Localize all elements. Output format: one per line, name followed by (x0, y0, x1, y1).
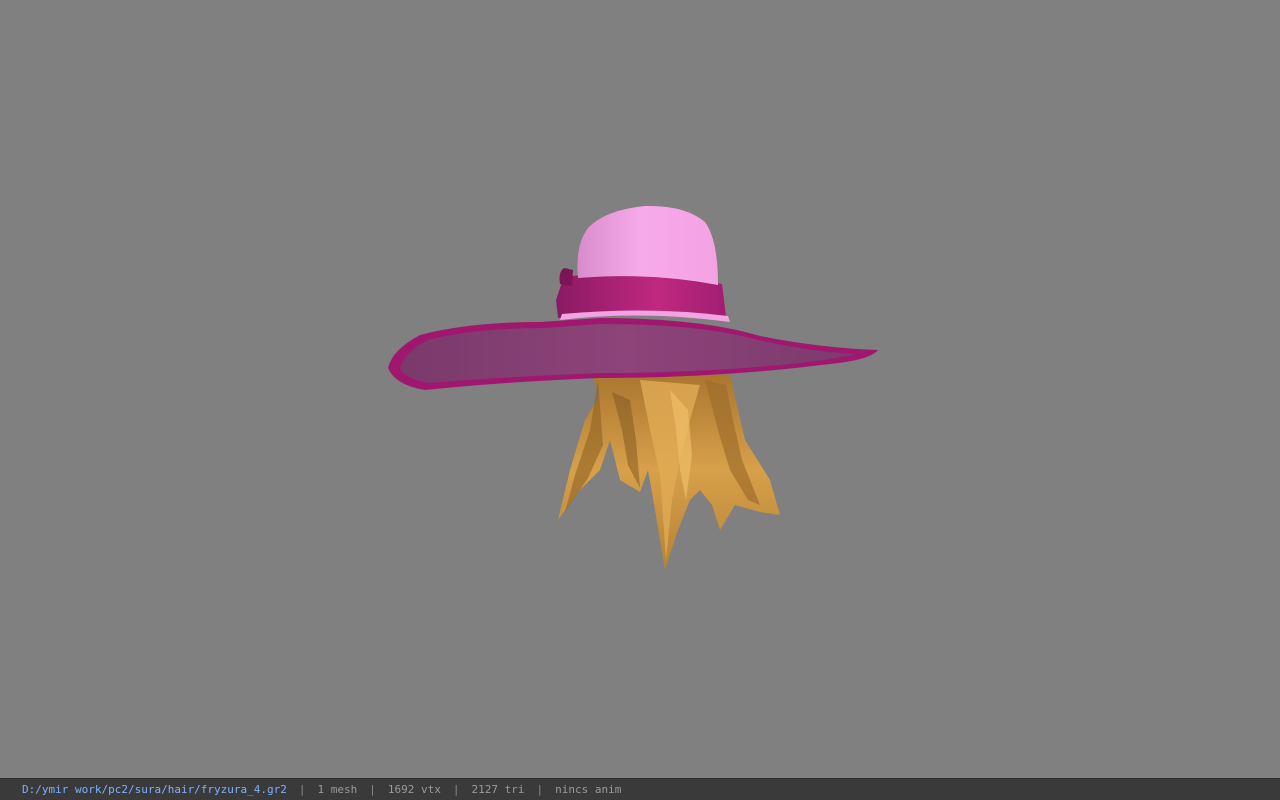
mesh-count: 1 mesh (317, 783, 358, 796)
separator: | (369, 783, 376, 796)
hair-mesh (558, 370, 780, 570)
separator: | (536, 783, 544, 796)
separator: | (452, 783, 460, 796)
vertex-count: 1692 vtx (387, 783, 441, 796)
separator: | (298, 783, 306, 796)
status-bar: D:/ymir work/pc2/sura/hair/fryzura_4.gr2… (0, 778, 1280, 800)
animation-status: nincs anim (555, 783, 622, 796)
file-path: D:/ymir work/pc2/sura/hair/fryzura_4.gr2 (22, 783, 287, 796)
3d-viewport[interactable] (0, 0, 1280, 778)
triangle-count: 2127 tri (471, 783, 525, 796)
hat-with-hair-model-icon[interactable] (0, 0, 1280, 778)
